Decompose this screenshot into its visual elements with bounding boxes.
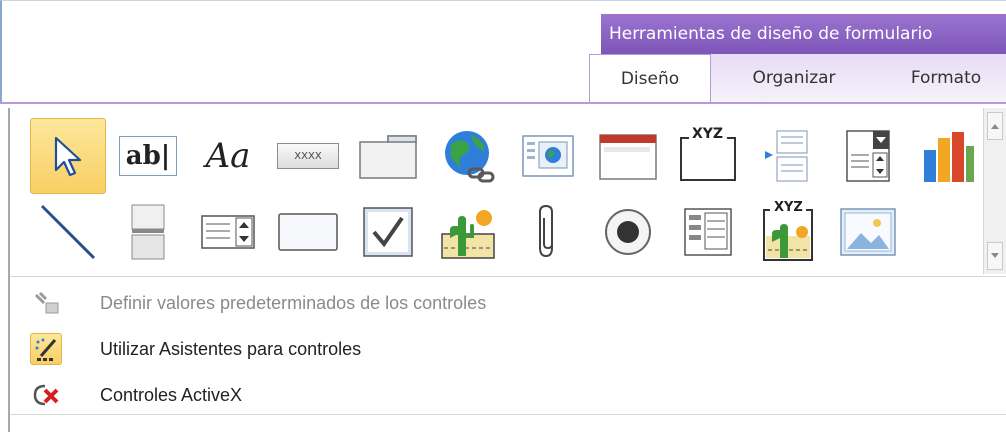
gallery-bottom-border (10, 414, 1006, 415)
contextual-tab-group-header: Herramientas de diseño de formulario (601, 14, 1006, 54)
bound-object-frame-icon[interactable]: XYZ (750, 194, 826, 270)
web-browser-icon[interactable] (510, 118, 586, 194)
tab-control-icon[interactable] (350, 118, 426, 194)
list-box-icon[interactable] (190, 194, 266, 270)
ribbon-tabs: Diseño Organizar Formato (589, 54, 1006, 103)
navigation-control-icon[interactable] (590, 118, 666, 194)
controls-gallery-dropdown: ab| Aa XXXX XYZ XYZ Definir valores pred… (8, 108, 1006, 432)
button-icon[interactable]: XXXX (270, 118, 346, 194)
menu-item-set-defaults-label: Definir valores predeterminados de los c… (100, 292, 487, 313)
subform-icon[interactable] (670, 194, 746, 270)
option-group-icon[interactable]: XYZ (670, 118, 746, 194)
contextual-tab-group-title: Herramientas de diseño de formulario (609, 24, 933, 44)
bound-object-frame-icon-text: XYZ (774, 200, 803, 215)
menu-item-activex-controls[interactable]: Controles ActiveX (10, 372, 1006, 418)
toggle-button-icon[interactable] (110, 194, 186, 270)
check-box-icon[interactable] (350, 194, 426, 270)
gallery-scrollbar[interactable] (983, 108, 1006, 274)
option-button-icon[interactable] (590, 194, 666, 270)
tab-formato[interactable]: Formato (891, 54, 1001, 102)
controls-gallery: ab| Aa XXXX XYZ XYZ (22, 108, 990, 274)
menu-item-control-wizards[interactable]: Utilizar Asistentes para controles (10, 326, 1006, 372)
option-group-icon-text: XYZ (692, 126, 724, 142)
hyperlink-icon[interactable] (430, 118, 506, 194)
rectangle-icon[interactable] (270, 194, 346, 270)
textbox-icon-text: ab| (119, 136, 177, 176)
tab-diseno[interactable]: Diseño (589, 54, 711, 103)
attachment-icon[interactable] (510, 194, 586, 270)
activex-icon (30, 379, 62, 411)
line-icon[interactable] (30, 194, 106, 270)
menu-item-control-wizards-label: Utilizar Asistentes para controles (100, 338, 362, 359)
gallery-separator (10, 276, 1006, 277)
scroll-up-button[interactable] (987, 112, 1003, 140)
button-icon-text: XXXX (277, 143, 339, 169)
label-icon[interactable]: Aa (190, 118, 266, 194)
control-wizard-icon (30, 333, 62, 365)
set-defaults-icon (30, 287, 62, 319)
tab-organizar[interactable]: Organizar (729, 54, 859, 102)
unbound-object-frame-icon[interactable] (430, 194, 506, 270)
image-icon[interactable] (830, 194, 906, 270)
select-pointer-icon[interactable] (30, 118, 106, 194)
chart-icon[interactable] (910, 118, 986, 194)
insert-page-break-icon[interactable] (750, 118, 826, 194)
ribbon-divider (0, 102, 1006, 104)
chevron-down-icon (991, 253, 999, 258)
menu-item-set-defaults[interactable]: Definir valores predeterminados de los c… (10, 280, 1006, 326)
chevron-up-icon (991, 124, 999, 129)
menu-item-activex-controls-label: Controles ActiveX (100, 384, 243, 405)
scroll-down-button[interactable] (987, 242, 1003, 270)
label-icon-text: Aa (205, 136, 251, 176)
textbox-icon[interactable]: ab| (110, 118, 186, 194)
combo-box-icon[interactable] (830, 118, 906, 194)
